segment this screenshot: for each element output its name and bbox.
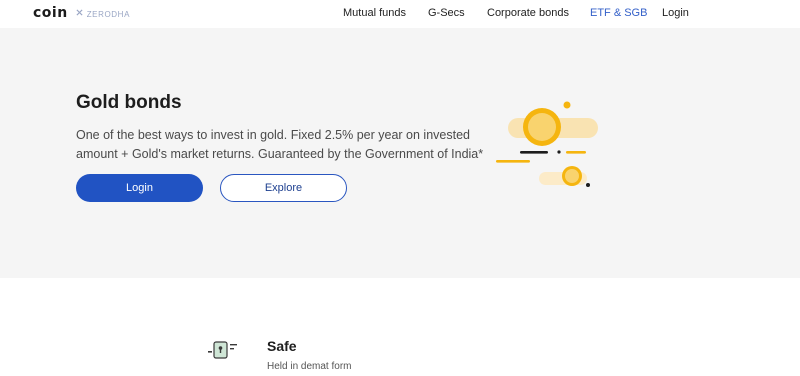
nav-mutual-funds[interactable]: Mutual funds: [343, 7, 406, 19]
gold-coins-icon: [496, 101, 598, 187]
login-button[interactable]: Login: [76, 174, 203, 202]
hero-description: One of the best ways to invest in gold. …: [76, 128, 484, 161]
nav-g-secs[interactable]: G-Secs: [428, 7, 465, 19]
logo-text: coin: [33, 5, 68, 21]
feature-safe-title: Safe: [267, 338, 297, 354]
nav-etf-sgb[interactable]: ETF & SGB: [590, 7, 647, 19]
hero-section: Gold bonds One of the best ways to inves…: [0, 28, 800, 278]
nav-corporate-bonds[interactable]: Corporate bonds: [487, 7, 569, 19]
top-navbar: coin ZERODHA Mutual funds G-Secs Corpora…: [0, 0, 800, 28]
page-title: Gold bonds: [76, 92, 182, 113]
coin-logo[interactable]: coin ZERODHA: [33, 5, 130, 21]
logo-subtext: ZERODHA: [86, 9, 131, 19]
explore-button[interactable]: Explore: [220, 174, 347, 202]
safe-vault-icon: [208, 341, 237, 359]
nav-login[interactable]: Login: [662, 7, 689, 19]
zerodha-mark-icon: [76, 8, 83, 16]
feature-safe-description: Held in demat form: [267, 361, 352, 372]
